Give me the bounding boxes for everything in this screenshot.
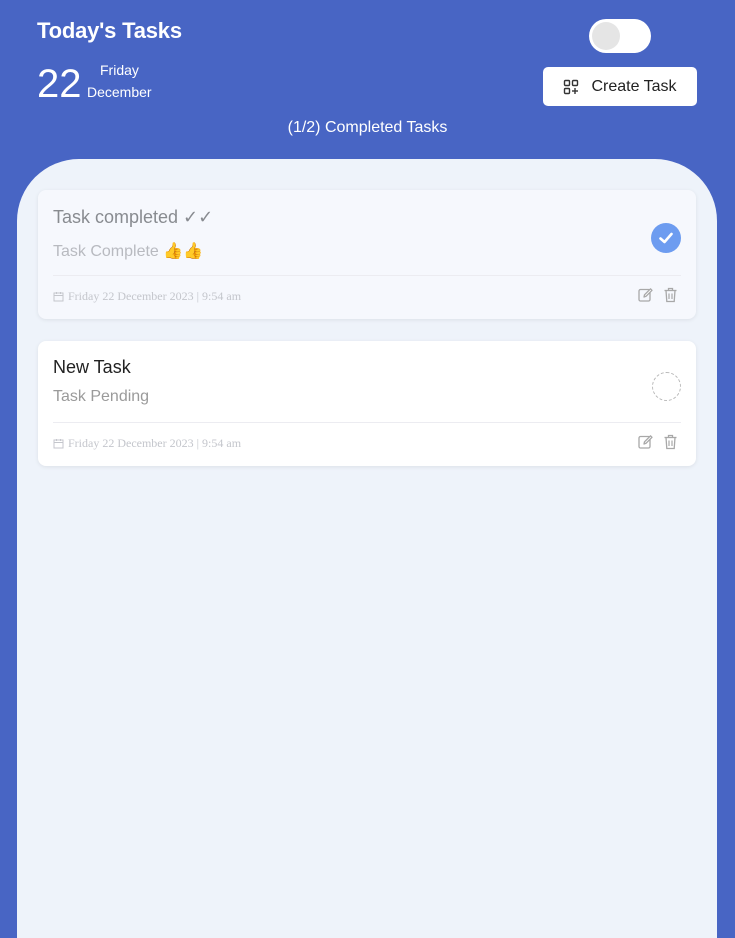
divider (53, 275, 681, 276)
calendar-icon (53, 438, 64, 449)
edit-icon[interactable] (638, 287, 653, 303)
toggle-knob (592, 22, 620, 50)
create-task-button[interactable]: Create Task (543, 67, 697, 106)
task-date-text: Friday 22 December 2023 | 9:54 am (68, 436, 242, 450)
task-title: New Task (53, 357, 131, 377)
create-task-label: Create Task (591, 77, 677, 95)
task-actions (638, 287, 678, 303)
page-title: Today's Tasks (37, 18, 182, 43)
task-actions (638, 434, 678, 450)
task-date-text: Friday 22 December 2023 | 9:54 am (68, 289, 242, 303)
trash-icon[interactable] (663, 287, 678, 303)
check-icon (659, 232, 673, 244)
trash-icon[interactable] (663, 434, 678, 450)
completion-summary: (1/2) Completed Tasks (287, 119, 448, 136)
task-description: Task Complete 👍👍 (53, 243, 204, 260)
date-weekday: Friday (100, 62, 139, 78)
add-grid-icon (563, 79, 579, 95)
divider (53, 422, 681, 423)
edit-icon[interactable] (638, 434, 653, 450)
calendar-icon (53, 291, 64, 302)
task-complete-checkbox[interactable] (651, 223, 681, 253)
task-datetime: Friday 22 December 2023 | 9:54 am (53, 436, 241, 451)
task-title: Task completed ✓✓ (53, 207, 214, 227)
date-day: 22 (37, 62, 82, 106)
task-card[interactable]: New Task Task Pending Friday 22 December… (38, 341, 696, 466)
task-description: Task Pending (53, 388, 150, 405)
theme-toggle[interactable] (589, 19, 651, 53)
task-datetime: Friday 22 December 2023 | 9:54 am (53, 289, 241, 304)
task-complete-checkbox[interactable] (652, 372, 681, 401)
date-month: December (87, 84, 152, 100)
task-panel: Task completed ✓✓ Task Complete 👍👍 Frida… (17, 159, 717, 938)
task-card[interactable]: Task completed ✓✓ Task Complete 👍👍 Frida… (38, 190, 696, 319)
